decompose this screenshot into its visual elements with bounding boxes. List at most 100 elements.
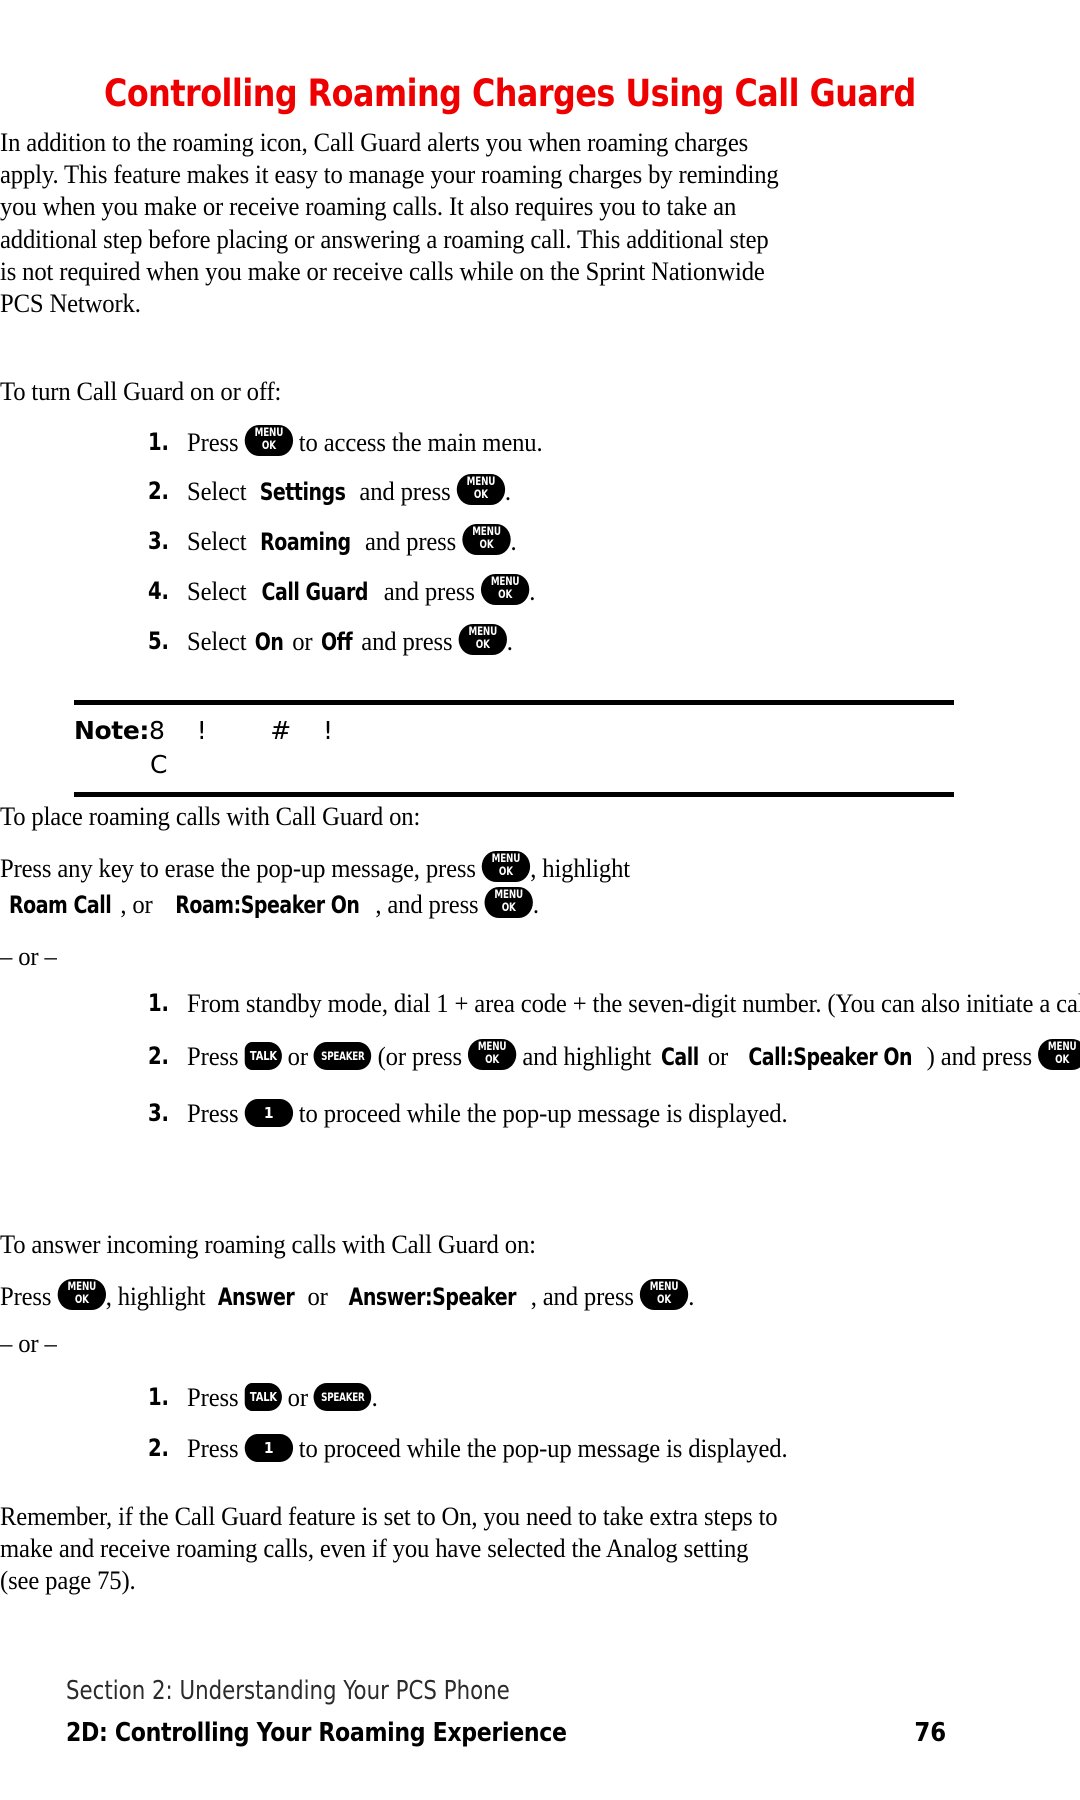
step-text-tail: . [529,576,536,606]
ui-term-answer-speaker: Answer:Speaker [348,1283,516,1311]
answer-calls-unnumbered: Press MENU OK, highlight Answer or Answer… [0,1275,716,1318]
ui-term-off: Off [321,628,353,656]
step-text: Select [187,526,253,556]
step-text-tail: . [510,526,517,556]
ui-term-settings: Settings [260,478,346,506]
answer-calls-steps: 1. Press TALK or SPEAKER. 2. Press 1 to pr… [148,1375,1080,1475]
menu-key-label-line2: OK [475,637,490,651]
ui-term-on: On [254,628,284,656]
step-text-tail: to access the main menu. [292,427,543,457]
menu-ok-key-icon[interactable]: MENU OK [458,624,507,655]
unnumbered-text-c: highlight [542,853,631,883]
speaker-key-icon[interactable]: SPEAKER [313,1383,372,1411]
place-calls-unnumbered: Press any key to erase the pop-up messag… [0,850,716,923]
menu-key-label-line2: OK [498,587,513,601]
step-number: 1. [148,428,169,456]
talk-key-label: TALK [249,1048,277,1063]
menu-key-label-line2: OK [1055,1052,1070,1066]
step-number: 3. [148,527,169,555]
step-text-or: or [286,626,319,656]
menu-ok-key-icon[interactable]: MENU OK [639,1279,689,1310]
menu-ok-key-icon[interactable]: MENU OK [480,574,530,605]
step-number: 3. [148,1099,169,1127]
step-text-tail: . [504,476,511,506]
step-text-b: or [281,1041,314,1071]
note-box: Note:8 ! # ! C [74,700,954,797]
turn-on-off-steps: 1. Press MENU OK to access the main menu. … [148,420,1080,669]
menu-key-label-line2: OK [473,487,488,501]
remember-paragraph: Remember, if the Call Guard feature is s… [0,1501,778,1596]
talk-key-icon[interactable]: TALK [244,1383,282,1411]
or-separator-2: – or – [0,1328,57,1358]
speaker-key-label: SPEAKER [321,1390,365,1404]
menu-key-label-line2: OK [499,864,514,878]
one-key-icon[interactable]: 1 [244,1099,293,1127]
page-title: Controlling Roaming Charges Using Call G… [104,72,916,115]
step-number: 2. [148,477,169,505]
note-glyphs-line2: C [150,750,168,779]
note-label: Note: [74,716,150,745]
place-calls-lead: To place roaming calls with Call Guard o… [0,801,421,831]
unnumbered-text-b: , highlight [105,1281,212,1311]
unnumbered-text-a: Press any key to erase the pop-up messag… [0,853,482,883]
menu-key-label-line2: OK [501,900,516,914]
place-calls-steps: 1. From standby mode, dial 1 + area code … [148,985,1080,1140]
menu-ok-key-icon[interactable]: MENU OK [57,1279,106,1310]
step-text: Press [187,427,245,457]
step-2: 2. Select Settings and press MENU OK. [148,469,1080,515]
footer-bottom-row: 2D: Controlling Your Roaming Experience … [66,1718,946,1748]
unnumbered-text-d: , or [120,889,159,919]
step-text: From standby mode, dial 1 + area code + … [187,988,1080,1018]
menu-ok-key-icon[interactable]: MENU OK [462,524,511,555]
one-key-icon[interactable]: 1 [244,1434,293,1462]
ui-term-answer: Answer [218,1283,295,1311]
turn-on-off-lead: To turn Call Guard on or off: [0,376,282,406]
menu-ok-key-icon[interactable]: MENU OK [244,425,293,456]
step-number: 1. [148,1383,169,1411]
page-footer: Section 2: Understanding Your PCS Phone … [66,1676,966,1748]
step-number: 2. [148,1434,169,1462]
ui-term-call-guard: Call Guard [261,578,369,606]
one-key-label: 1 [263,1104,274,1122]
menu-ok-key-icon[interactable]: MENU OK [481,851,531,882]
answer-step-2: 2. Press 1 to proceed while the pop-up me… [148,1426,1080,1471]
speaker-key-icon[interactable]: SPEAKER [313,1042,372,1070]
talk-key-icon[interactable]: TALK [244,1042,282,1070]
ui-term-roam-call: Roam Call [9,891,112,919]
menu-ok-key-icon[interactable]: MENU OK [1037,1039,1080,1070]
unnumbered-text-a: Press [0,1281,58,1311]
menu-ok-key-icon[interactable]: MENU OK [456,474,505,505]
step-text-e: or [701,1041,729,1071]
step-text-c: . [371,1382,378,1412]
intro-paragraph: In addition to the roaming icon, Call Gu… [0,127,779,319]
step-text-a: Press [187,1382,245,1412]
ui-term-call-speaker-on: Call:Speaker On [748,1043,913,1071]
step-text-mid: and press [353,476,457,506]
menu-key-label-line2: OK [485,1052,500,1066]
place-step-1: 1. From standby mode, dial 1 + area code … [148,985,1080,1021]
ui-term-roam-speaker-on: Roam:Speaker On [174,891,360,919]
step-text-c: (or press [371,1041,468,1071]
speaker-key-label: SPEAKER [321,1049,365,1063]
step-text-b: or [281,1382,314,1412]
step-text-d: and highlight [516,1041,658,1071]
step-number: 5. [148,627,169,655]
step-number: 1. [148,989,169,1017]
menu-ok-key-icon[interactable]: MENU OK [467,1039,517,1070]
step-text-b: to proceed while the pop-up message is d… [292,1098,788,1128]
unnumbered-text-e: . [688,1281,695,1311]
step-text-mid: and press [377,576,481,606]
menu-key-label-line2: OK [479,537,494,551]
footer-section-line: Section 2: Understanding Your PCS Phone [66,1676,510,1706]
step-text-f: ) and press [926,1041,1038,1071]
one-key-label: 1 [263,1439,274,1457]
menu-ok-key-icon[interactable]: MENU OK [484,887,533,918]
step-text: Select [187,626,253,656]
note-rule-bottom [74,792,954,797]
step-text-a: Press [187,1433,245,1463]
step-3: 3. Select Roaming and press MENU OK. [148,519,1080,565]
answer-calls-lead: To answer incoming roaming calls with Ca… [0,1229,536,1259]
step-text-tail: . [506,626,513,656]
step-5: 5. Select On or Off and press MENU OK. [148,619,1080,665]
note-glyphs-line1: 8 ! # ! [149,716,334,745]
